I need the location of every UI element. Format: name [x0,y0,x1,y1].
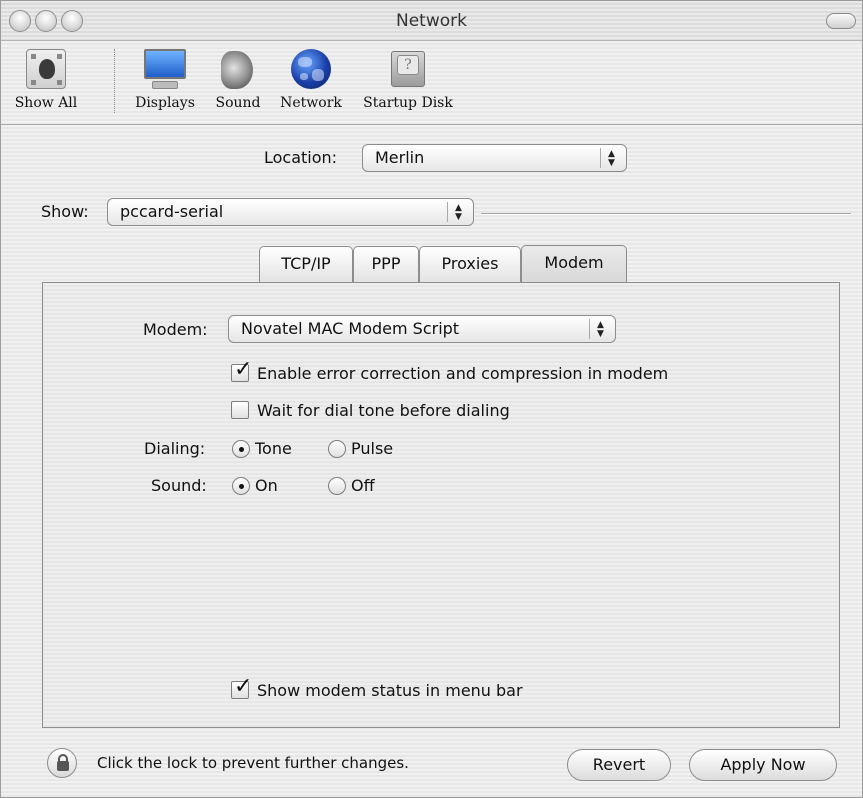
error-correction-checkbox[interactable]: ✓ [231,357,252,382]
sound-on-label: On [255,476,278,495]
wait-dial-tone-label: Wait for dial tone before dialing [257,401,510,420]
location-popup[interactable]: Merlin ▲ ▼ [362,144,627,172]
modem-value: Novatel MAC Modem Script [241,319,460,338]
sound-off-label: Off [351,476,375,495]
tab-ppp[interactable]: PPP [353,246,419,282]
modem-popup[interactable]: Novatel MAC Modem Script ▲ ▼ [228,315,616,343]
show-popup[interactable]: pccard-serial ▲ ▼ [107,198,474,226]
tab-proxies[interactable]: Proxies [419,246,521,282]
sound-icon [215,47,261,91]
startup-disk-icon: ? [385,47,431,91]
toolbar-label: Startup Disk [363,95,453,111]
show-value: pccard-serial [120,202,224,221]
toolbar-toggle-button[interactable] [826,13,856,29]
popup-arrows-icon: ▲ ▼ [600,148,622,168]
title-bar: Network [1,1,862,41]
show-all-icon [23,47,69,91]
tab-modem[interactable]: Modem [521,245,627,283]
modem-label: Modem: [143,320,208,339]
window-title: Network [396,11,467,31]
toolbar-show-all[interactable]: Show All [5,47,87,111]
modem-status-label: Show modem status in menu bar [257,681,523,700]
location-label: Location: [264,148,338,167]
toolbar-label: Network [280,95,342,111]
separator-line [481,213,851,215]
dialing-label: Dialing: [144,439,206,458]
lock-button[interactable] [47,748,77,778]
network-globe-icon [288,47,334,91]
sound-label: Sound: [151,476,207,495]
dialing-tone-label: Tone [255,439,292,458]
dialing-tone-radio[interactable] [232,440,250,458]
toolbar-separator [114,49,116,113]
sound-on-radio[interactable] [232,477,250,495]
preferences-toolbar: Show All Displays Sound Network ? Startu… [1,41,862,125]
sound-off-radio[interactable] [328,477,346,495]
dialing-pulse-radio[interactable] [328,440,346,458]
modem-status-checkbox[interactable]: ✓ [231,674,252,699]
error-correction-label: Enable error correction and compression … [257,364,669,383]
network-preferences-window: Network Show All Displays Sound Network … [0,0,863,798]
checkmark-icon: ✓ [234,674,253,699]
dialing-pulse-label: Pulse [351,439,394,458]
toolbar-displays[interactable]: Displays [125,47,205,111]
toolbar-label: Displays [135,95,195,111]
modem-panel [42,282,840,728]
apply-now-button[interactable]: Apply Now [689,749,837,781]
checkmark-icon: ✓ [234,357,253,382]
lock-hint-text: Click the lock to prevent further change… [97,754,409,772]
show-label: Show: [41,202,89,221]
revert-button[interactable]: Revert [567,749,671,781]
popup-arrows-icon: ▲ ▼ [589,319,611,339]
popup-arrows-icon: ▲ ▼ [447,202,469,222]
location-value: Merlin [375,148,425,167]
toolbar-label: Sound [215,95,261,111]
tab-tcp-ip[interactable]: TCP/IP [259,246,353,282]
toolbar-label: Show All [14,95,78,111]
wait-dial-tone-checkbox[interactable] [231,401,249,419]
displays-icon [142,47,188,91]
toolbar-network[interactable]: Network [271,47,351,111]
toolbar-sound[interactable]: Sound [207,47,269,111]
toolbar-startup-disk[interactable]: ? Startup Disk [355,47,461,111]
